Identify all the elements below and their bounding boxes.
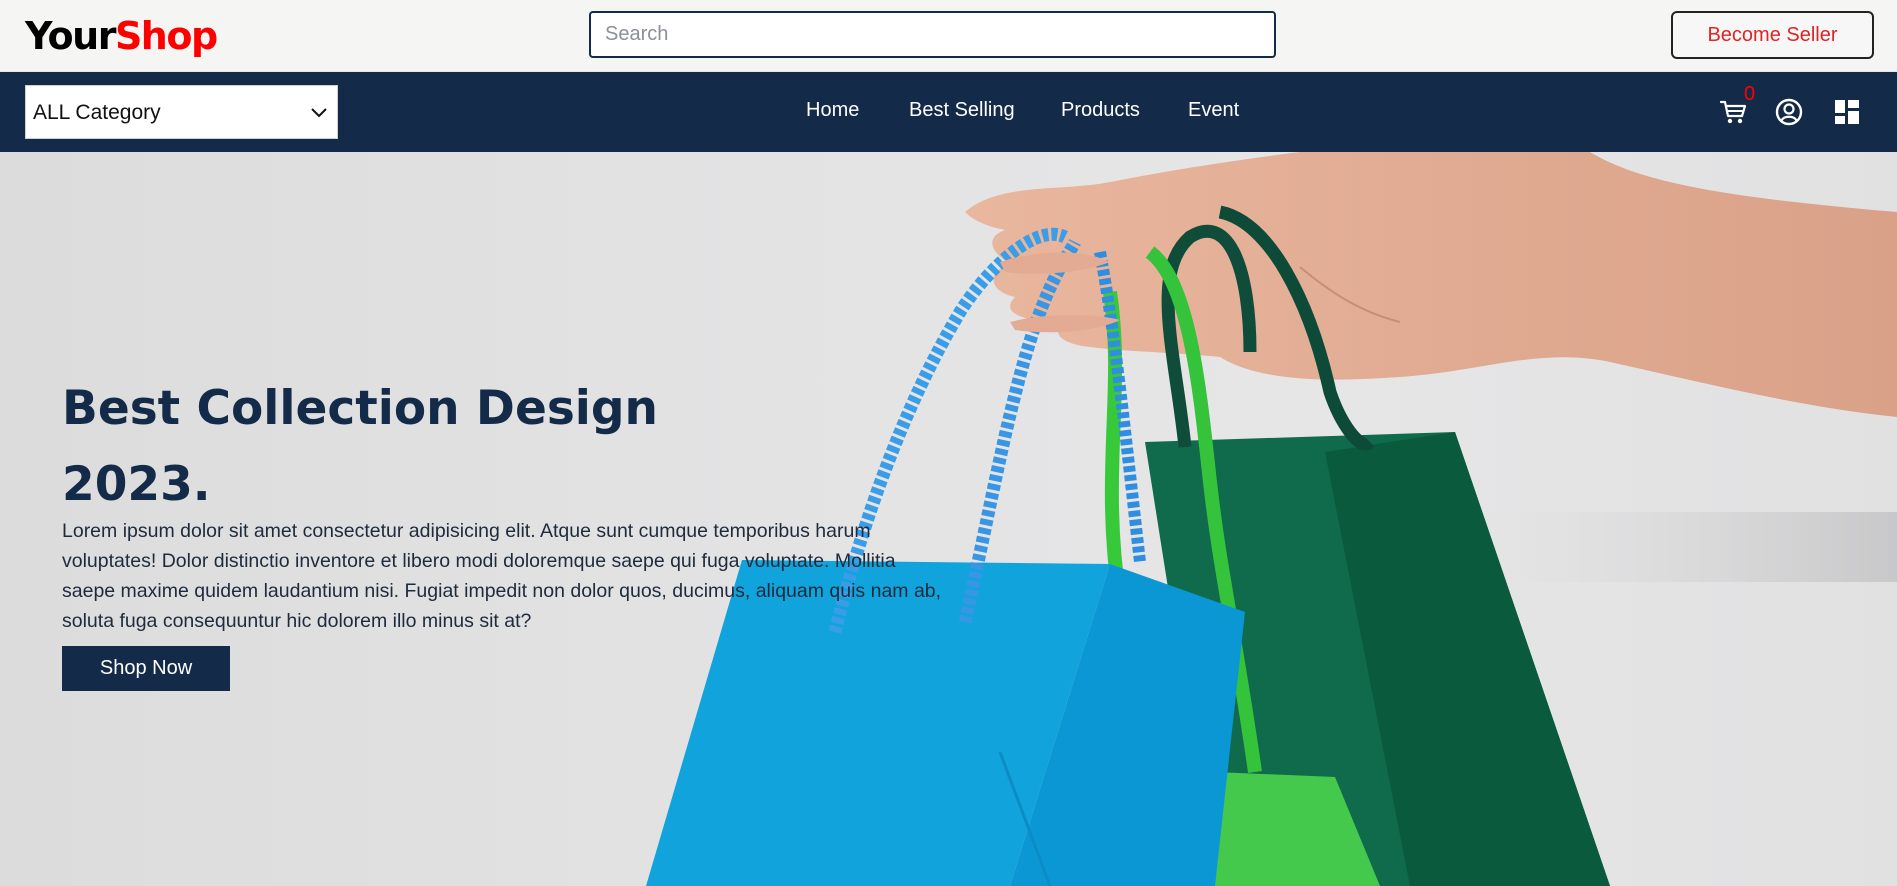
shop-now-button[interactable]: Shop Now [62,646,230,691]
site-logo[interactable]: YourShop [25,14,218,58]
logo-text-your: Your [25,14,116,58]
nav-link-best-selling[interactable]: Best Selling [909,99,1015,122]
main-navbar: ALL Category Home Best Selling Products … [0,72,1897,152]
cart-count-badge: 0 [1744,83,1756,105]
user-icon[interactable] [1775,98,1803,126]
cart-icon[interactable] [1719,98,1747,126]
nav-link-home[interactable]: Home [806,99,859,122]
category-select[interactable]: ALL Category [25,85,338,139]
hero-banner: Best Collection Design 2023. Lorem ipsum… [0,152,1897,886]
nav-link-products[interactable]: Products [1061,99,1140,122]
nav-link-event[interactable]: Event [1188,99,1239,122]
top-header: YourShop Become Seller [0,0,1897,72]
dashboard-icon[interactable] [1834,99,1860,125]
hero-title: Best Collection Design 2023. [62,381,659,512]
logo-text-shop: Shop [114,14,218,58]
search-input[interactable] [589,11,1276,58]
category-select-value: ALL Category [33,101,161,124]
hero-description: Lorem ipsum dolor sit amet consectetur a… [62,520,942,632]
become-seller-button[interactable]: Become Seller [1671,11,1874,59]
chevron-down-icon [311,108,327,118]
